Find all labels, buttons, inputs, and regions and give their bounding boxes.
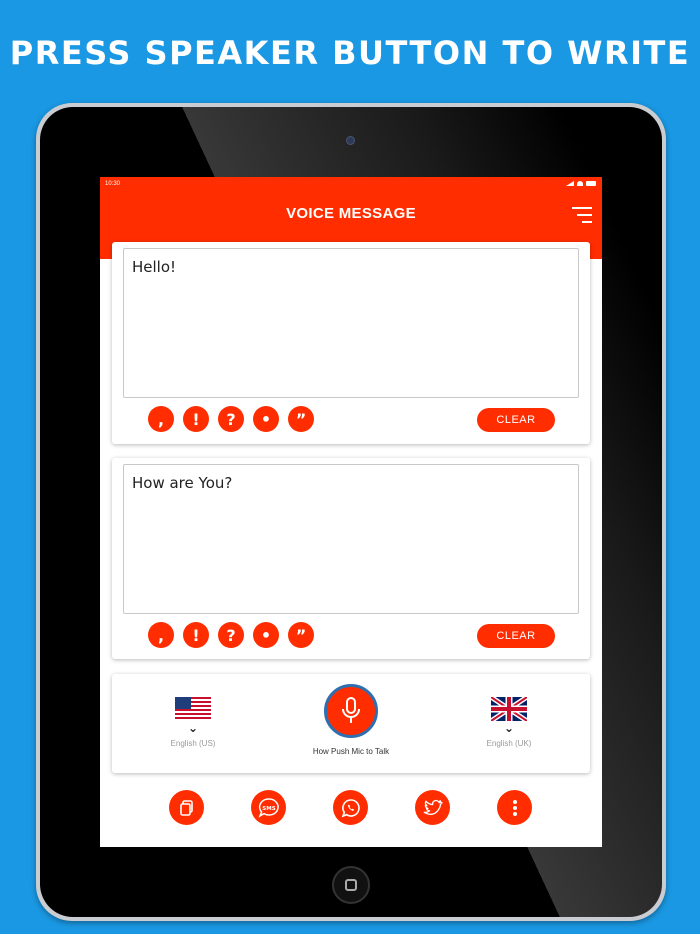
clear-button-2[interactable]: CLEAR: [477, 624, 555, 648]
period-button[interactable]: •: [253, 406, 279, 432]
camera-icon: [346, 136, 355, 145]
target-language-label: English (UK): [486, 739, 532, 748]
punctuation-row-2: , ! ? • ”: [148, 622, 314, 648]
more-icon: [512, 799, 517, 816]
source-language-selector[interactable]: ⌄ English (US): [162, 697, 224, 748]
exclamation-button[interactable]: !: [183, 406, 209, 432]
sms-icon: SMS: [257, 797, 279, 818]
uk-flag-icon: [491, 697, 527, 721]
more-button[interactable]: [497, 790, 532, 825]
copy-button[interactable]: [169, 790, 204, 825]
action-bar: SMS: [169, 790, 532, 825]
status-time: 10:30: [105, 181, 121, 187]
wifi-icon: [577, 181, 583, 186]
app-screen: 10:30 VOICE MESSAGE Hello! , ! ? • ” CLE…: [100, 177, 602, 847]
chevron-down-icon: ⌄: [187, 721, 199, 735]
source-language-label: English (US): [170, 739, 216, 748]
home-button[interactable]: [332, 866, 370, 904]
us-flag-icon: [175, 697, 211, 721]
message-card-2: How are You? , ! ? • ” CLEAR: [112, 458, 590, 659]
svg-text:SMS: SMS: [262, 806, 275, 812]
battery-icon: [586, 181, 596, 186]
message-input-1[interactable]: Hello!: [123, 248, 579, 398]
language-card: ⌄ English (US) How Push Mic to Talk ⌄ En…: [112, 674, 590, 773]
quote-button[interactable]: ”: [288, 406, 314, 432]
app-title: VOICE MESSAGE: [286, 205, 416, 222]
message-card-1: Hello! , ! ? • ” CLEAR: [112, 242, 590, 444]
punctuation-row-1: , ! ? • ”: [148, 406, 314, 432]
period-button[interactable]: •: [253, 622, 279, 648]
comma-button[interactable]: ,: [148, 406, 174, 432]
whatsapp-button[interactable]: [333, 790, 368, 825]
twitter-button[interactable]: [415, 790, 450, 825]
whatsapp-icon: [341, 798, 360, 817]
sms-button[interactable]: SMS: [251, 790, 286, 825]
message-input-2[interactable]: How are You?: [123, 464, 579, 614]
clear-button-1[interactable]: CLEAR: [477, 408, 555, 432]
status-icons: [566, 181, 596, 186]
question-button[interactable]: ?: [218, 406, 244, 432]
copy-icon: [179, 799, 193, 816]
exclamation-button[interactable]: !: [183, 622, 209, 648]
twitter-icon: [423, 799, 443, 815]
chevron-down-icon: ⌄: [503, 721, 515, 735]
mic-button[interactable]: [324, 684, 378, 738]
quote-button[interactable]: ”: [288, 622, 314, 648]
mic-hint-label: How Push Mic to Talk: [312, 747, 390, 756]
signal-icon: [566, 181, 574, 186]
menu-icon[interactable]: [572, 207, 592, 223]
question-button[interactable]: ?: [218, 622, 244, 648]
promo-headline: PRESS SPEAKER BUTTON TO WRITE: [9, 34, 691, 72]
target-language-selector[interactable]: ⌄ English (UK): [478, 697, 540, 748]
comma-button[interactable]: ,: [148, 622, 174, 648]
microphone-icon: [342, 697, 360, 723]
home-icon: [345, 879, 357, 891]
